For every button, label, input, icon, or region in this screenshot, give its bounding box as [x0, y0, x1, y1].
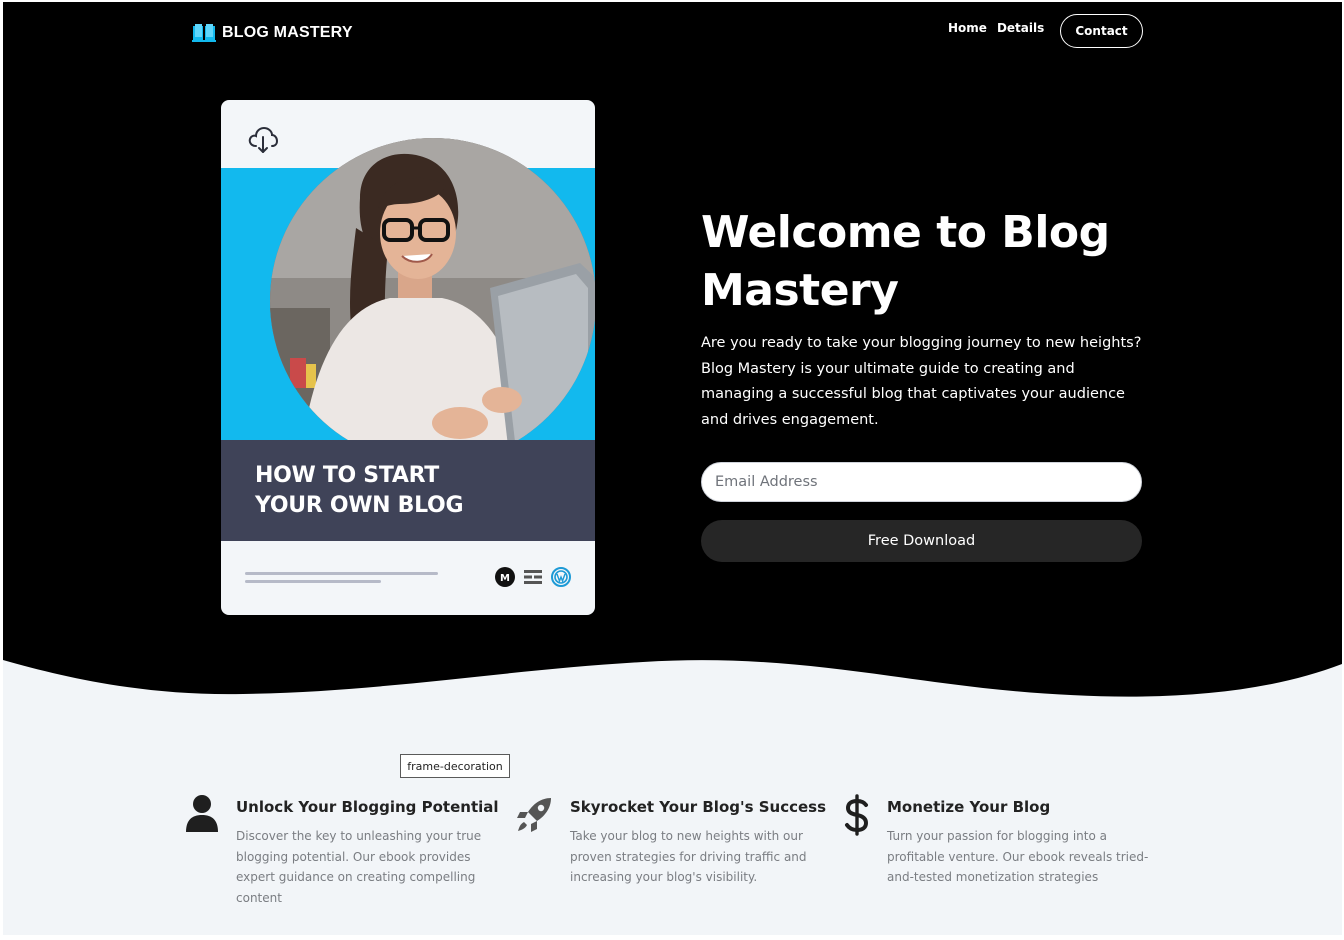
ebook-cover: HOW TO START YOUR OWN BLOG M	[221, 100, 595, 615]
hero-title: Welcome to Blog Mastery	[701, 207, 1110, 316]
feature-title: Unlock Your Blogging Potential	[236, 798, 499, 816]
nav-link-details[interactable]: Details	[997, 21, 1044, 35]
feature-description: Take your blog to new heights with our p…	[570, 829, 807, 884]
medium-icon: M	[495, 567, 515, 587]
user-icon	[186, 795, 218, 832]
contact-button[interactable]: Contact	[1060, 14, 1143, 48]
hero-section: BLOG MASTERY Home Details Contact HOW TO…	[3, 2, 1342, 702]
woman-with-laptop-illustration	[270, 138, 595, 464]
frame-decoration-tag: frame-decoration	[400, 754, 510, 778]
cover-photo	[270, 138, 595, 464]
open-book-icon	[192, 24, 216, 42]
cover-title-line-2: YOUR OWN BLOG	[255, 493, 464, 518]
medium-letter: M	[500, 573, 510, 584]
rocket-icon	[517, 798, 551, 832]
email-input[interactable]	[701, 462, 1142, 502]
brand-logo[interactable]: BLOG MASTERY	[192, 22, 353, 44]
cover-decor-line	[245, 572, 438, 575]
free-download-button[interactable]: Free Download	[701, 520, 1142, 562]
platform-icons: M	[495, 567, 571, 587]
main-nav: Home Details	[948, 21, 1044, 35]
nav-link-home[interactable]: Home	[948, 21, 987, 35]
feature-title: Monetize Your Blog	[887, 798, 1051, 816]
cover-decor-line	[245, 580, 381, 583]
hero-description: Are you ready to take your blogging jour…	[701, 335, 1142, 428]
dollar-icon	[845, 794, 869, 836]
feature-description: Turn your passion for blogging into a pr…	[887, 829, 1149, 884]
wordpress-icon	[551, 567, 571, 587]
brand-name: BLOG MASTERY	[222, 24, 353, 41]
feature-title: Skyrocket Your Blog's Success	[570, 798, 827, 816]
cover-title-line-1: HOW TO START	[255, 463, 439, 488]
page: BLOG MASTERY Home Details Contact HOW TO…	[3, 2, 1342, 935]
feature-description: Discover the key to unleashing your true…	[236, 829, 482, 905]
substack-icon	[524, 570, 542, 584]
cover-title-bar: HOW TO START YOUR OWN BLOG	[221, 440, 595, 541]
cloud-download-icon	[248, 126, 279, 153]
cover-title: HOW TO START YOUR OWN BLOG	[255, 461, 464, 521]
